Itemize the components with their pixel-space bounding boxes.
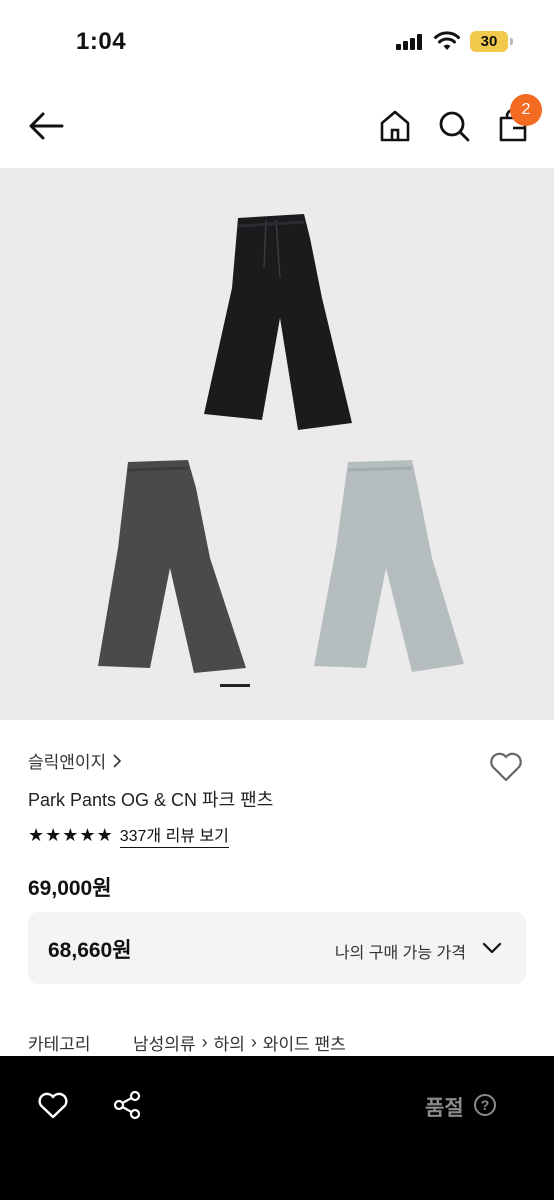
search-icon[interactable] bbox=[434, 106, 474, 146]
brand-name: 슬릭앤이지 bbox=[28, 753, 107, 772]
breadcrumb-item[interactable]: 남성의류 bbox=[133, 1030, 196, 1055]
category-breadcrumb: 카테고리 남성의류 › 하의 › 와이드 팬츠 bbox=[28, 1030, 346, 1055]
original-price: 69,000원 bbox=[28, 877, 112, 900]
wifi-icon bbox=[434, 31, 460, 50]
chevron-down-icon bbox=[482, 942, 502, 954]
product-image-carousel[interactable] bbox=[0, 168, 554, 720]
category-label: 카테고리 bbox=[28, 1035, 91, 1054]
star-icon: ★ bbox=[28, 824, 45, 845]
chevron-right-icon: › bbox=[201, 1032, 208, 1052]
my-price-value: 68,660원 bbox=[48, 939, 132, 962]
signal-icon bbox=[396, 34, 424, 50]
star-icon: ★ bbox=[45, 824, 62, 845]
cart-count-badge: 2 bbox=[510, 94, 542, 126]
pants-black-image bbox=[204, 214, 352, 430]
breadcrumb-item[interactable]: 와이드 팬츠 bbox=[263, 1030, 346, 1055]
heart-icon[interactable] bbox=[486, 746, 526, 786]
pants-darkgrey-image bbox=[98, 460, 246, 673]
star-icon: ★ bbox=[79, 824, 96, 845]
status-time: 1:04 bbox=[76, 28, 127, 55]
pants-lightgrey-image bbox=[314, 460, 464, 672]
product-image bbox=[98, 214, 464, 673]
share-icon[interactable] bbox=[110, 1088, 144, 1122]
chevron-right-icon: › bbox=[250, 1032, 257, 1052]
battery-tip bbox=[510, 38, 513, 45]
my-price-label: 나의 구매 가능 가격 bbox=[334, 945, 466, 962]
help-icon[interactable]: ? bbox=[474, 1094, 496, 1116]
status-bar: 1:04 30 bbox=[0, 0, 554, 84]
chevron-right-icon bbox=[113, 753, 122, 768]
star-icon: ★ bbox=[96, 824, 113, 845]
top-nav bbox=[0, 84, 554, 168]
soldout-status: 품절 bbox=[425, 1097, 464, 1120]
brand-link[interactable]: 슬릭앤이지 bbox=[28, 748, 122, 773]
my-price-box[interactable]: 68,660원 나의 구매 가능 가격 bbox=[28, 912, 526, 984]
product-title: Park Pants OG & CN 파크 팬츠 bbox=[28, 790, 274, 810]
rating-row: ★ ★ ★ ★ ★ 337개 리뷰 보기 bbox=[28, 822, 229, 848]
wishlist-heart-icon[interactable] bbox=[36, 1088, 70, 1122]
bottom-action-bar: 품절 ? bbox=[0, 1056, 554, 1200]
battery-indicator: 30 bbox=[470, 31, 508, 52]
back-arrow-icon[interactable] bbox=[26, 106, 66, 146]
home-icon[interactable] bbox=[375, 106, 415, 146]
carousel-indicator-active bbox=[220, 684, 250, 687]
star-icon: ★ bbox=[62, 824, 79, 845]
breadcrumb-item[interactable]: 하의 bbox=[214, 1030, 245, 1055]
review-link[interactable]: 337개 리뷰 보기 bbox=[119, 822, 229, 848]
